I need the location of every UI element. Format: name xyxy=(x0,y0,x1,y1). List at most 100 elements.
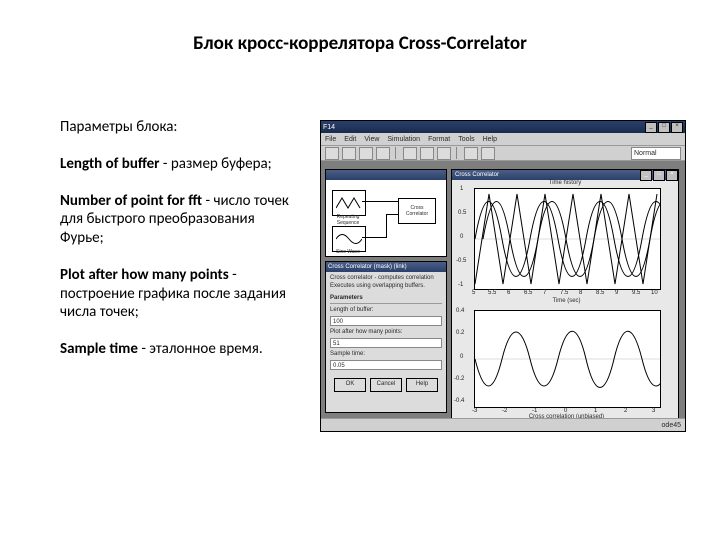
workspace: Repeating Sequence Cross Correlator Sine… xyxy=(321,161,685,432)
param-2: Number of point for fft - число точек дл… xyxy=(60,192,300,248)
xtick: 5 xyxy=(472,290,475,296)
xtick: 6.5 xyxy=(524,290,532,296)
xtick: 9.5 xyxy=(632,290,640,296)
chart-window: Cross Correlator _ □ × Time history 1 xyxy=(451,169,679,421)
params-heading: Parameters xyxy=(330,295,442,305)
block-params-dialog: Cross Correlator (mask) (link) Cross cor… xyxy=(325,261,447,413)
menu-file[interactable]: File xyxy=(325,136,336,143)
label-length-of-buffer: Length of buffer: xyxy=(330,307,442,315)
dialog-body: Cross correlator - computes correlation … xyxy=(326,272,446,395)
model-canvas[interactable]: Repeating Sequence Cross Correlator Sine… xyxy=(326,180,446,256)
status-solver: ode45 xyxy=(662,422,681,429)
input-length-of-buffer[interactable]: 100 xyxy=(330,316,442,326)
menu-edit[interactable]: Edit xyxy=(344,136,356,143)
param-1: Length of buffer - размер буфера; xyxy=(60,155,300,174)
menu-simulation[interactable]: Simulation xyxy=(387,136,420,143)
menu-format[interactable]: Format xyxy=(428,136,450,143)
plot-cross-correlation xyxy=(474,310,661,408)
sine-wave-icon xyxy=(336,232,362,246)
xtick: 10 xyxy=(651,290,658,296)
tool-open-icon[interactable] xyxy=(342,147,356,160)
help-button[interactable]: Help xyxy=(406,378,438,392)
tool-stop-icon[interactable] xyxy=(481,147,495,160)
params-heading: Параметры блока: xyxy=(60,118,300,137)
waveform-icon xyxy=(475,311,660,407)
tool-cut-icon[interactable] xyxy=(403,147,417,160)
triangle-wave-icon xyxy=(336,196,362,210)
menu-tools[interactable]: Tools xyxy=(458,136,474,143)
ytick: -1 xyxy=(458,282,463,288)
ytick: 0 xyxy=(460,234,463,240)
chart-titlebar: Cross Correlator _ □ × xyxy=(452,170,678,180)
page-title: Блок кросс-коррелятора Cross-Correlator xyxy=(0,32,720,55)
xtick: 7.5 xyxy=(560,290,568,296)
waveform-icon xyxy=(475,189,660,289)
tool-new-icon[interactable] xyxy=(325,147,339,160)
wire xyxy=(386,214,387,238)
xtick: 8 xyxy=(579,290,582,296)
xtick: 7 xyxy=(543,290,546,296)
dialog-desc2: Executes using overlapping buffers. xyxy=(330,283,442,291)
xtick: 9 xyxy=(615,290,618,296)
ok-button[interactable]: OK xyxy=(334,378,366,392)
description-column: Параметры блока: Length of buffer - разм… xyxy=(60,118,300,377)
xtick: 5.5 xyxy=(488,290,496,296)
input-plot-after-points[interactable]: 51 xyxy=(330,338,442,348)
ytick: 0.5 xyxy=(458,210,466,216)
minimize-button[interactable]: _ xyxy=(645,122,657,133)
plot-title-top: Time history xyxy=(452,180,678,186)
wire xyxy=(362,201,398,202)
close-button[interactable]: × xyxy=(671,122,683,133)
model-window: Repeating Sequence Cross Correlator Sine… xyxy=(325,169,447,257)
param-4-name: Sample time xyxy=(60,340,138,358)
ytick: 1 xyxy=(460,186,463,192)
tool-print-icon[interactable] xyxy=(376,147,390,160)
window-title: F14 xyxy=(323,124,335,131)
chart-window-title: Cross Correlator xyxy=(455,170,499,180)
dialog-desc: Cross correlator - computes correlation xyxy=(330,275,442,283)
block-cross-correlator[interactable]: Cross Correlator xyxy=(398,198,436,224)
dialog-title: Cross Correlator (mask) (link) xyxy=(326,262,446,272)
param-3-name: Plot after how many points xyxy=(60,266,229,284)
wire xyxy=(362,237,386,238)
toolbar: Normal xyxy=(321,146,685,161)
ytick: -0.2 xyxy=(454,376,464,382)
toolbar-sep xyxy=(456,147,459,159)
sim-mode-select[interactable]: Normal xyxy=(631,147,681,160)
model-titlebar xyxy=(326,170,446,180)
xlabel-top: Time (sec) xyxy=(474,298,659,304)
simulink-window: F14 _ □ × File Edit View Simulation Form… xyxy=(320,120,686,432)
param-4-desc: - эталонное время. xyxy=(138,340,263,358)
label-plot-after-points: Plot after how many points: xyxy=(330,329,442,337)
wire xyxy=(386,214,398,215)
block-label: Sine Wave xyxy=(330,249,366,255)
cancel-button[interactable]: Cancel xyxy=(370,378,402,392)
label-sample-time: Sample time: xyxy=(330,351,442,359)
plot-time-history xyxy=(474,188,661,290)
ytick: 0 xyxy=(460,354,463,360)
input-sample-time[interactable]: 0.05 xyxy=(330,360,442,370)
maximize-button[interactable]: □ xyxy=(658,122,670,133)
param-1-desc: - размер буфера; xyxy=(160,155,272,173)
block-label: Repeating Sequence xyxy=(328,214,368,226)
param-4: Sample time - эталонное время. xyxy=(60,340,300,359)
menu-help[interactable]: Help xyxy=(483,136,497,143)
statusbar: ode45 xyxy=(321,418,685,431)
tool-play-icon[interactable] xyxy=(464,147,478,160)
titlebar: F14 _ □ × xyxy=(321,121,685,133)
ytick: 0.4 xyxy=(456,308,464,314)
xtick: 8.5 xyxy=(596,290,604,296)
menu-view[interactable]: View xyxy=(364,136,379,143)
xtick: 6 xyxy=(507,290,510,296)
ytick: -0.4 xyxy=(454,398,464,404)
param-2-name: Number of point for fft xyxy=(60,192,202,210)
param-3: Plot after how many points - построение … xyxy=(60,266,300,322)
tool-save-icon[interactable] xyxy=(359,147,373,160)
toolbar-sep xyxy=(395,147,398,159)
tool-paste-icon[interactable] xyxy=(437,147,451,160)
ytick: 0.2 xyxy=(456,330,464,336)
menubar: File Edit View Simulation Format Tools H… xyxy=(321,133,685,146)
param-1-name: Length of buffer xyxy=(60,155,160,173)
tool-copy-icon[interactable] xyxy=(420,147,434,160)
block-repeating-sequence[interactable] xyxy=(332,190,366,216)
